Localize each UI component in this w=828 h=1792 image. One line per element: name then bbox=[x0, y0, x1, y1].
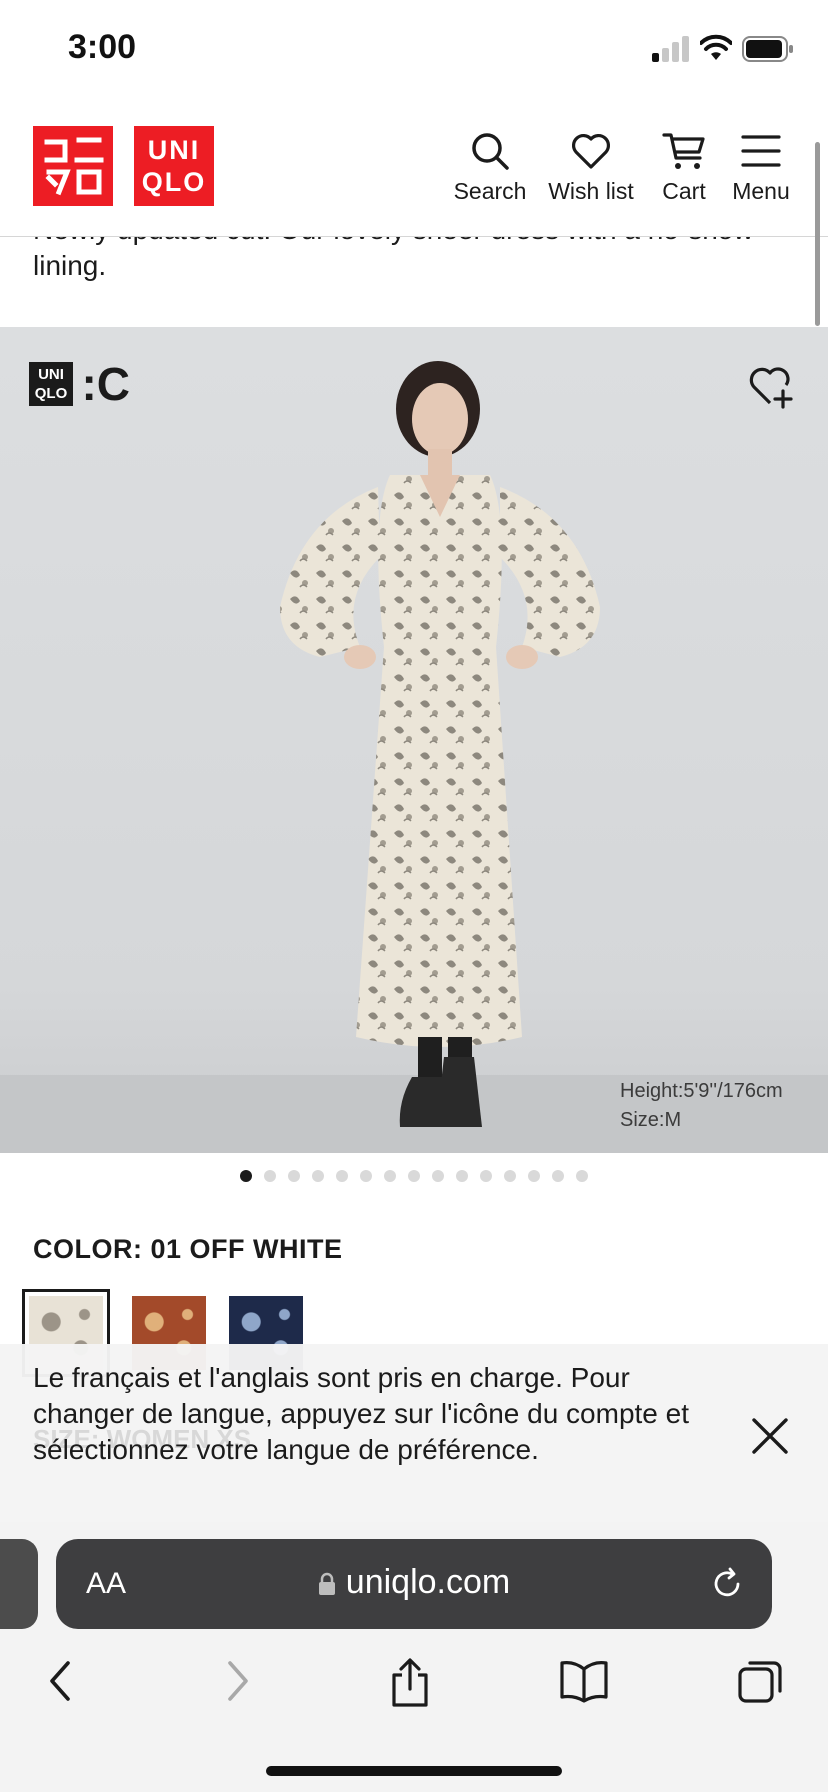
language-banner-text: Le français et l'anglais sont pris en ch… bbox=[33, 1362, 690, 1465]
carousel-dot[interactable] bbox=[480, 1170, 492, 1182]
hamburger-menu-icon bbox=[741, 135, 781, 167]
cellular-signal-icon bbox=[652, 36, 690, 62]
nav-cart[interactable]: Cart bbox=[656, 130, 712, 205]
cart-icon bbox=[662, 133, 705, 169]
carousel-dot[interactable] bbox=[360, 1170, 372, 1182]
carousel-dot[interactable] bbox=[552, 1170, 564, 1182]
carousel-dot[interactable] bbox=[240, 1170, 252, 1182]
model-size: Size:M bbox=[620, 1109, 682, 1131]
logo-line-qlo: QLO bbox=[141, 167, 207, 197]
carousel-dot[interactable] bbox=[288, 1170, 300, 1182]
nav-menu-label: Menu bbox=[732, 178, 790, 204]
address-bar[interactable]: AA uniqlo.com bbox=[56, 1539, 772, 1629]
carousel-dot[interactable] bbox=[456, 1170, 468, 1182]
site-header: UNI QLO Search Wish list Cart Menu bbox=[0, 100, 828, 237]
carousel-dot[interactable] bbox=[384, 1170, 396, 1182]
color-label: COLOR: 01 OFF WHITE bbox=[33, 1234, 343, 1264]
nav-wishlist[interactable]: Wish list bbox=[542, 130, 640, 205]
reload-icon[interactable] bbox=[710, 1567, 744, 1601]
katakana-logo-icon bbox=[44, 137, 104, 196]
nav-search-label: Search bbox=[453, 178, 527, 204]
model-dress-illustration bbox=[280, 361, 600, 1127]
nav-search[interactable]: Search bbox=[448, 130, 532, 205]
back-chevron-icon[interactable] bbox=[40, 1657, 84, 1705]
close-icon[interactable] bbox=[748, 1414, 792, 1458]
carousel-dot[interactable] bbox=[336, 1170, 348, 1182]
search-icon bbox=[472, 133, 509, 170]
forward-chevron-icon[interactable] bbox=[214, 1657, 258, 1705]
logo-line-uni: UNI bbox=[147, 135, 201, 165]
model-height: Height:5'9''/176cm bbox=[620, 1080, 783, 1102]
carousel-indicator[interactable] bbox=[0, 1170, 828, 1186]
nav-cart-label: Cart bbox=[662, 178, 706, 204]
url-text: uniqlo.com bbox=[345, 1563, 511, 1601]
status-time: 3:00 bbox=[68, 28, 137, 66]
tabs-icon[interactable] bbox=[736, 1657, 786, 1707]
collab-logo-uni: UNI bbox=[38, 366, 64, 383]
carousel-dot[interactable] bbox=[528, 1170, 540, 1182]
browser-toolbar: AA uniqlo.com bbox=[0, 1522, 828, 1792]
status-bar: 3:00 bbox=[0, 0, 828, 100]
wifi-icon bbox=[700, 34, 732, 60]
add-to-wishlist-icon[interactable] bbox=[746, 361, 796, 411]
home-indicator bbox=[266, 1766, 562, 1776]
language-banner: SIZE: WOMEN XS Le français et l'anglais … bbox=[0, 1344, 828, 1523]
uniqlo-logo-katakana[interactable] bbox=[33, 126, 113, 206]
carousel-dot[interactable] bbox=[312, 1170, 324, 1182]
lock-icon bbox=[318, 1572, 335, 1596]
carousel-dot[interactable] bbox=[432, 1170, 444, 1182]
previous-tab-preview[interactable] bbox=[0, 1539, 38, 1629]
battery-icon bbox=[742, 36, 793, 62]
page-scrollbar[interactable] bbox=[815, 142, 820, 326]
bookmarks-icon[interactable] bbox=[558, 1657, 610, 1705]
carousel-dot[interactable] bbox=[264, 1170, 276, 1182]
model-info: Height:5'9''/176cm Size:M bbox=[620, 1077, 783, 1135]
uniqlo-logo-latin[interactable]: UNI QLO bbox=[134, 126, 214, 206]
nav-menu[interactable]: Menu bbox=[726, 130, 796, 205]
carousel-dot[interactable] bbox=[504, 1170, 516, 1182]
carousel-dot[interactable] bbox=[576, 1170, 588, 1182]
url-display[interactable]: uniqlo.com bbox=[56, 1563, 772, 1602]
carousel-dot[interactable] bbox=[408, 1170, 420, 1182]
product-image[interactable]: UNI QLO :C Height:5'9''/176cm Size:M bbox=[0, 327, 828, 1153]
collab-logo-qlo: QLO bbox=[34, 385, 68, 402]
collab-logo-c: :C bbox=[81, 358, 130, 410]
heart-icon bbox=[572, 134, 610, 169]
uniqlo-c-logo: UNI QLO :C bbox=[29, 357, 130, 411]
share-icon[interactable] bbox=[386, 1657, 434, 1709]
nav-wishlist-label: Wish list bbox=[548, 178, 634, 204]
